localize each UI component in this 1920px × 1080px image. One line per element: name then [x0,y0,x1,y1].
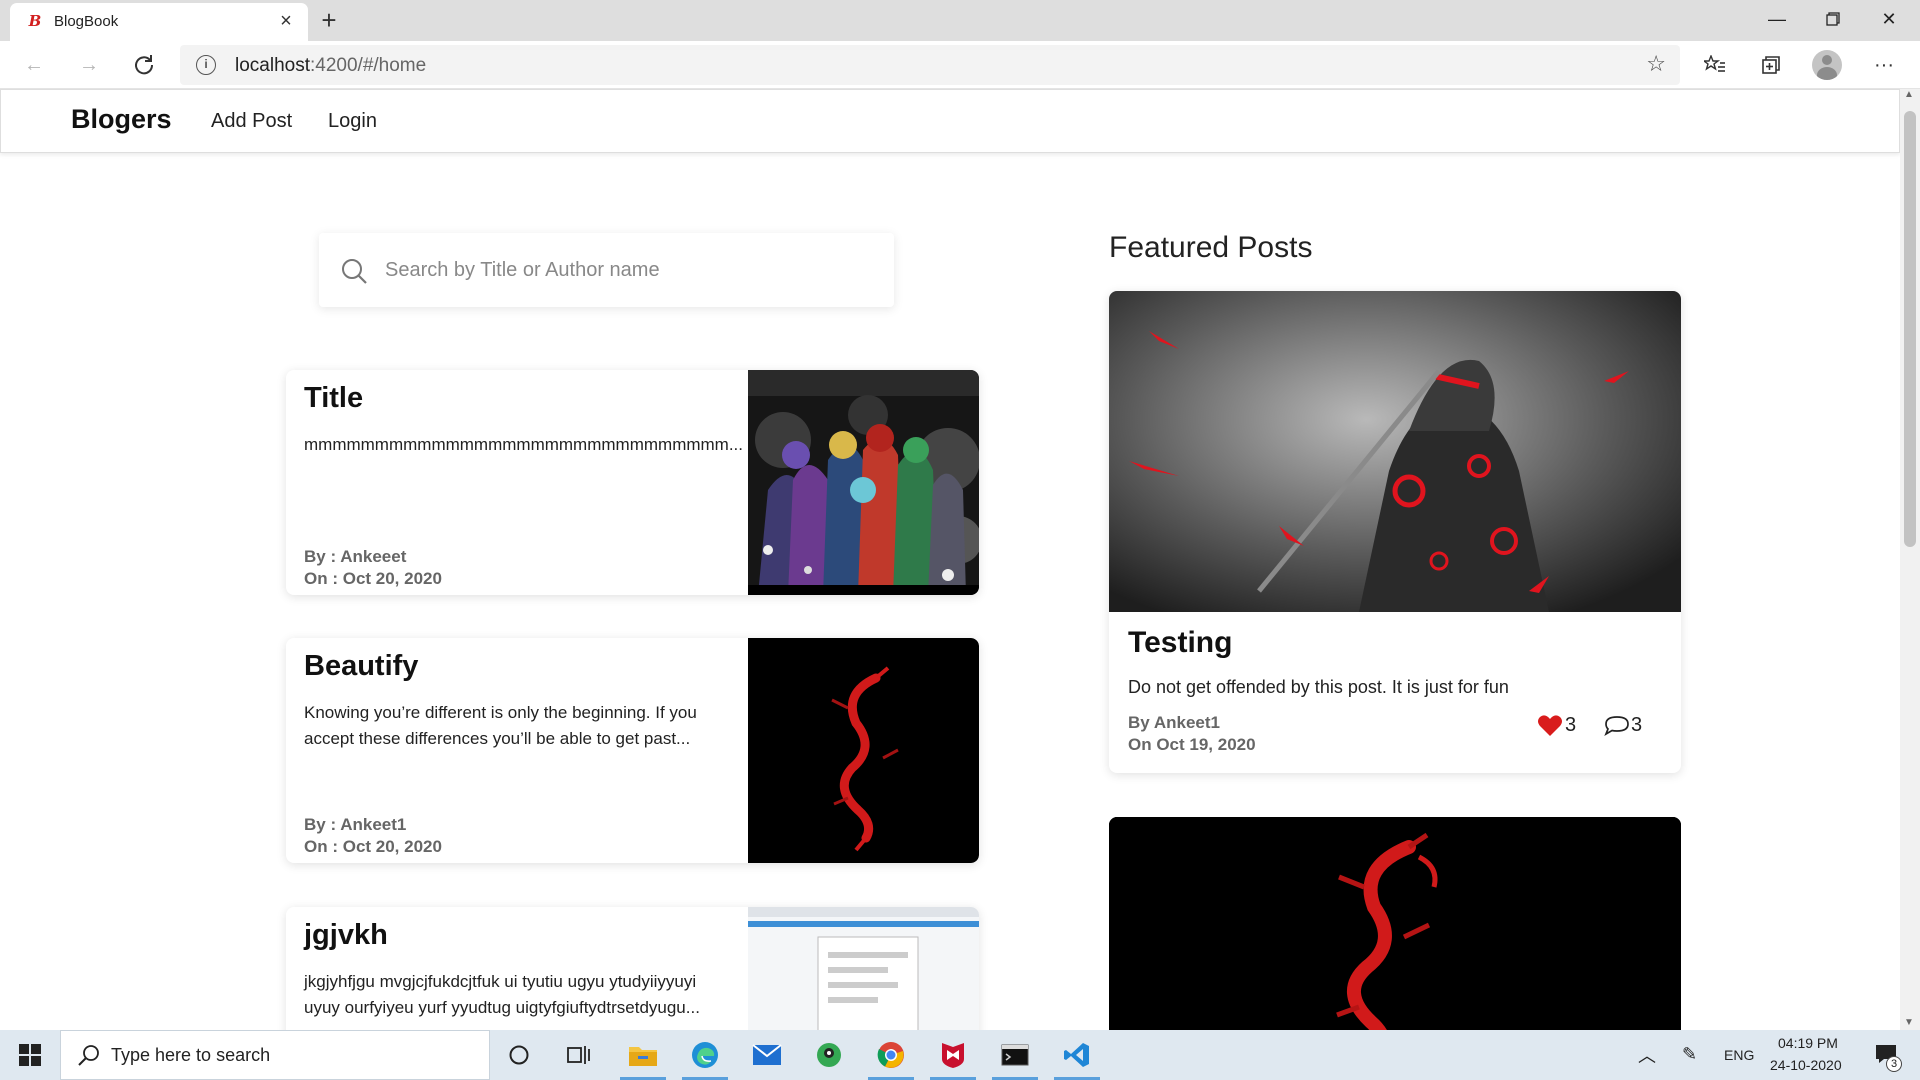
featured-post-date: On Oct 19, 2020 [1128,735,1256,754]
post-author: By : Ankeeet [304,547,407,566]
favorites-icon[interactable] [1699,49,1731,81]
vscode-icon[interactable] [1048,1030,1106,1080]
refresh-icon[interactable] [128,49,160,81]
notifications-icon[interactable]: 3 [1862,1030,1912,1080]
mail-icon[interactable] [738,1030,796,1080]
post-date: On : Oct 20, 2020 [304,569,442,588]
featured-post-description: Do not get offended by this post. It is … [1128,677,1509,697]
clock-time[interactable]: 04:19 PM [1778,1035,1838,1051]
post-title[interactable]: Beautify [304,650,418,683]
start-button[interactable] [0,1030,60,1080]
brand-logo[interactable]: Blogers [71,104,172,135]
featured-post-card[interactable] [1109,817,1681,1030]
url-text[interactable]: localhost:4200/#/home [235,55,426,77]
post-title[interactable]: Title [304,382,363,415]
post-card[interactable]: jgjvkh jkgjyhfjgu mvgjcjfukdcjtfuk ui ty… [286,907,979,1030]
scroll-up-icon[interactable]: ▲ [1904,89,1914,100]
taskbar-search-icon [78,1045,99,1066]
comment-icon [1604,716,1629,736]
post-card[interactable]: Title mmmmmmmmmmmmmmmmmmmmmmmmmmmmmm... … [286,370,979,595]
favorite-star-icon[interactable]: ☆ [1646,51,1666,77]
mcafee-icon[interactable] [924,1030,982,1080]
search-input[interactable] [385,253,865,287]
heart-icon [1538,715,1562,736]
cortana-icon[interactable] [490,1030,548,1080]
collections-icon[interactable] [1755,49,1787,81]
featured-post-image [1109,817,1681,1030]
site-navbar: Blogers Add Post Login [0,89,1900,153]
page-content: Blogers Add Post Login Title mmmmmmmmmmm… [0,89,1900,1030]
tab-close-icon[interactable]: × [274,9,298,33]
task-view-icon[interactable] [550,1030,608,1080]
windows-logo-icon [19,1044,41,1066]
post-thumbnail-image [748,907,979,1030]
featured-post-author: By Ankeet1 [1128,713,1220,732]
post-card[interactable]: Beautify Knowing you’re different is onl… [286,638,979,863]
post-thumbnail-image [748,638,979,863]
scroll-down-icon[interactable]: ▼ [1904,1017,1914,1028]
restore-icon[interactable] [1805,0,1861,38]
site-info-icon[interactable]: i [196,55,216,75]
file-explorer-icon[interactable] [614,1030,672,1080]
new-tab-icon[interactable]: + [314,5,344,35]
back-icon[interactable]: ← [18,49,50,81]
notification-count-badge: 3 [1886,1056,1902,1072]
nav-add-post-link[interactable]: Add Post [211,110,292,133]
clock-date[interactable]: 24-10-2020 [1770,1057,1842,1073]
browser-titlebar: B BlogBook × + — ✕ [0,0,1920,41]
chrome-icon[interactable] [862,1030,920,1080]
featured-post-card[interactable]: Testing Do not get offended by this post… [1109,291,1681,773]
featured-post-image [1109,291,1681,612]
terminal-icon[interactable] [986,1030,1044,1080]
browser-toolbar: ← → i localhost:4200/#/home ☆ ··· [0,41,1920,89]
tab-title: BlogBook [54,13,119,30]
search-box [319,233,894,307]
browser-tab[interactable]: B BlogBook × [10,3,308,41]
post-thumbnail-image [748,370,979,595]
post-description: mmmmmmmmmmmmmmmmmmmmmmmmmmmmmm... [304,435,744,454]
profile-avatar[interactable] [1812,50,1842,80]
minimize-icon[interactable]: — [1749,0,1805,38]
search-icon [342,259,367,284]
comments-count: 3 [1631,714,1643,736]
scrollbar-thumb[interactable] [1904,111,1916,547]
page-scrollbar[interactable]: ▲ ▼ [1900,89,1920,1030]
nav-login-link[interactable]: Login [328,110,377,133]
close-window-icon[interactable]: ✕ [1861,0,1917,38]
pen-workspace-icon[interactable]: ✎ [1682,1044,1697,1065]
address-bar[interactable]: i localhost:4200/#/home ☆ [180,45,1680,85]
more-options-icon[interactable]: ··· [1868,49,1900,81]
taskbar-search-text: Type here to search [111,1045,271,1065]
blogbook-favicon-icon: B [28,12,42,30]
maps-app-icon[interactable] [800,1030,858,1080]
featured-posts-heading: Featured Posts [1109,231,1313,264]
post-author: By : Ankeet1 [304,815,407,834]
post-title[interactable]: jgjvkh [304,919,388,952]
taskbar-search-box[interactable]: Type here to search [60,1030,490,1080]
windows-taskbar: Type here to search ︿ ✎ ENG 04:19 PM 24-… [0,1030,1920,1080]
language-indicator[interactable]: ENG [1724,1047,1754,1063]
featured-post-title[interactable]: Testing [1128,626,1232,660]
post-description: Knowing you’re different is only the beg… [304,703,697,748]
post-date: On : Oct 20, 2020 [304,837,442,856]
forward-icon[interactable]: → [73,49,105,81]
likes-count: 3 [1565,714,1577,736]
post-description: jkgjyhfjgu mvgjcjfukdcjtfuk ui tyutiu ug… [304,972,700,1017]
show-hidden-icons-icon[interactable]: ︿ [1638,1042,1656,1068]
edge-browser-icon[interactable] [676,1030,734,1080]
